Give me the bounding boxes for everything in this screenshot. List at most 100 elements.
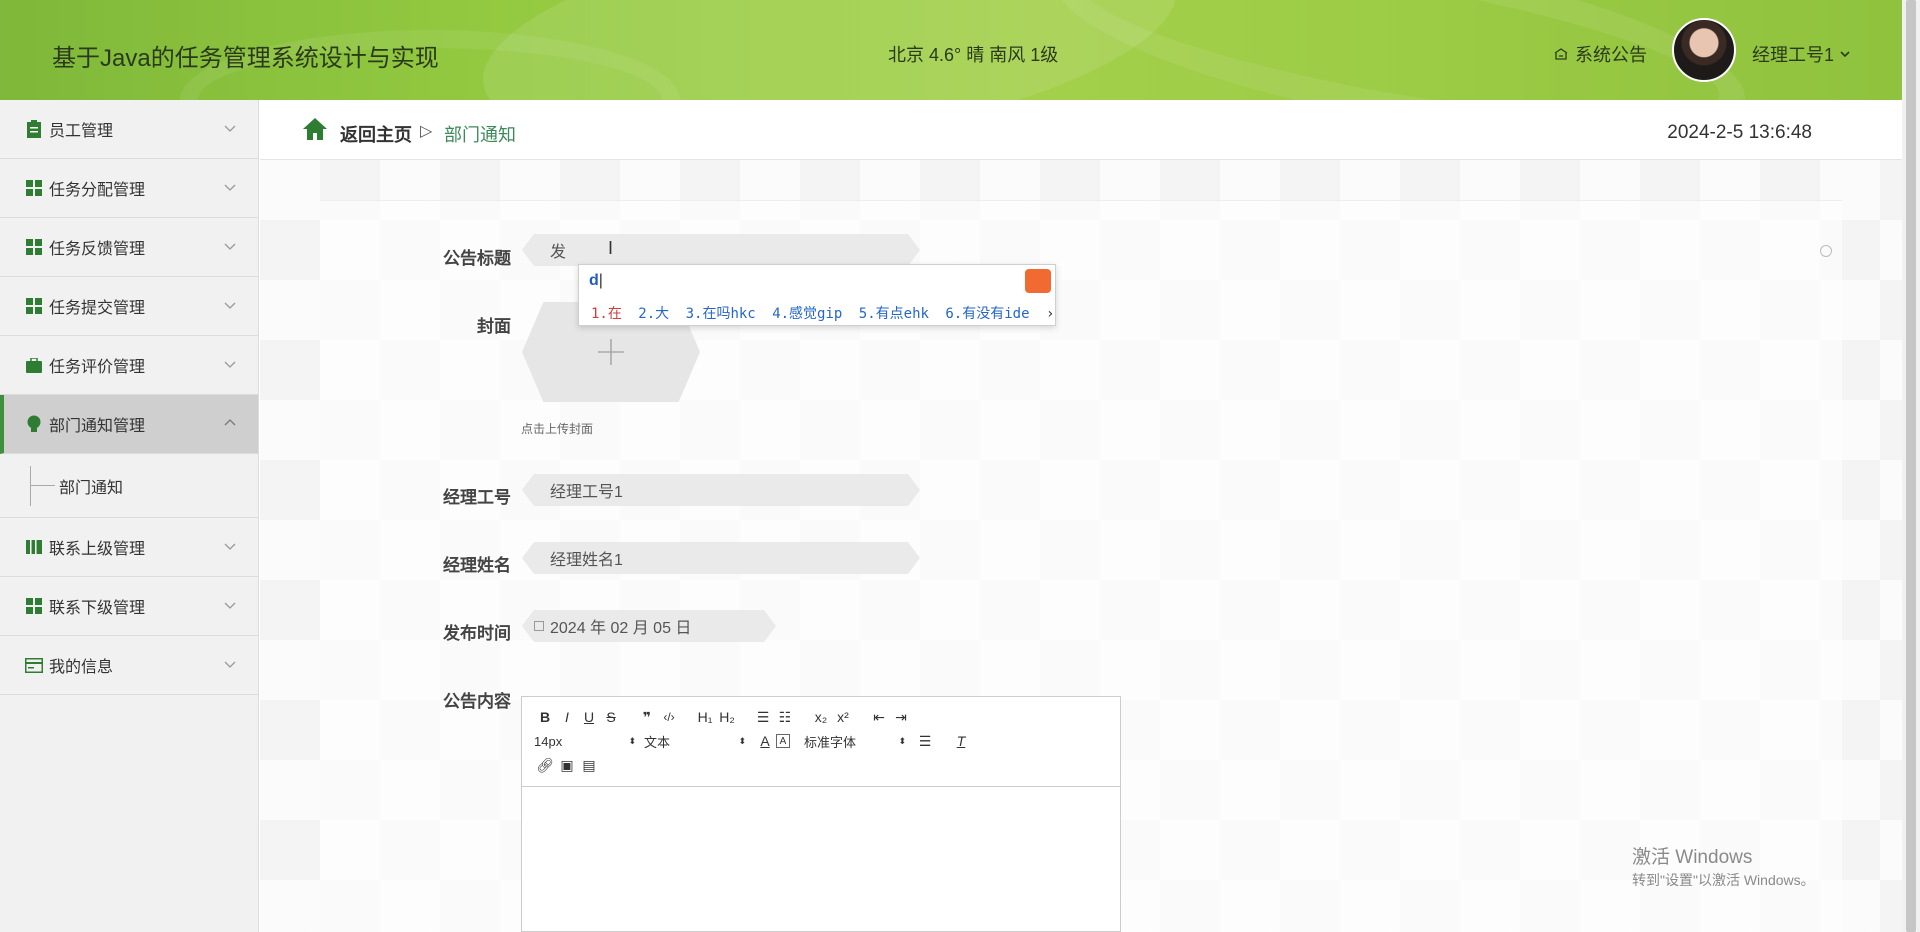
clear-format-icon[interactable]: T (950, 731, 972, 751)
sidebar-item-label: 部门通知管理 (49, 418, 146, 435)
breadcrumb: 返回主页 ▷ 部门通知 2024-2-5 13:6:48 (260, 100, 1902, 160)
system-notice-label: 系统公告 (1575, 45, 1647, 65)
ime-candidate-popup: d| 1.在 2.大 3.在吗hkc 4.感觉gip 5.有点ehk 6.有没有… (578, 264, 1056, 326)
current-datetime: 2024-2-5 13:6:48 (1667, 122, 1812, 143)
grid-icon (25, 597, 43, 615)
title-input-value: 发 (550, 244, 567, 261)
text-type-select[interactable]: 文本 ⬍ (644, 732, 754, 751)
strike-button[interactable]: S (600, 707, 622, 727)
manager-id-input[interactable]: 经理工号1 (522, 474, 920, 506)
ime-candidate[interactable]: 4.感觉gip (772, 306, 842, 322)
indent-icon[interactable]: ⇥ (890, 707, 912, 727)
clipboard-icon (25, 120, 43, 138)
ime-candidates: 1.在 2.大 3.在吗hkc 4.感觉gip 5.有点ehk 6.有没有ide… (591, 303, 1062, 323)
app-title: 基于Java的任务管理系统设计与实现 (52, 45, 439, 72)
sidebar-item-task-submit[interactable]: 任务提交管理 (0, 277, 258, 336)
sidebar-item-label: 员工管理 (49, 123, 114, 140)
cover-upload-hint: 点击上传封面 (521, 422, 594, 436)
bullet-list-icon[interactable]: ☷ (774, 707, 796, 727)
ime-candidate[interactable]: 2.大 (638, 306, 669, 322)
user-menu[interactable]: 经理工号1 (1752, 41, 1850, 67)
manager-name-input[interactable]: 经理姓名1 (522, 542, 920, 574)
cover-label: 封面 (477, 317, 511, 336)
chevron-down-icon (224, 125, 236, 132)
title-input[interactable]: 发 I (522, 234, 920, 266)
italic-button[interactable]: I (556, 707, 578, 727)
underline-button[interactable]: U (578, 707, 600, 727)
title-label: 公告标题 (443, 249, 511, 268)
video-icon[interactable]: ▤ (578, 755, 600, 775)
publish-time-value: 2024 年 02 月 05 日 (550, 620, 692, 637)
ime-candidate[interactable]: 5.有点ehk (859, 306, 929, 322)
sidebar-item-dept-notice[interactable]: 部门通知管理 (0, 395, 258, 454)
blockquote-button[interactable]: ❞ (636, 707, 658, 727)
editor-toolbar: B I U S ❞ ‹/› H₁ H₂ ☰ ☷ x₂ x² ⇤ ⇥ 14px ⬍ (522, 697, 1120, 787)
align-icon[interactable]: ☰ (914, 731, 936, 751)
sidebar-item-employee[interactable]: 员工管理 (0, 100, 258, 159)
sidebar-item-label: 联系下级管理 (49, 600, 146, 617)
close-icon[interactable] (1820, 245, 1832, 257)
breadcrumb-current: 部门通知 (444, 125, 516, 145)
ime-candidate[interactable]: 3.在吗hkc (686, 306, 756, 322)
sidebar-item-task-feedback[interactable]: 任务反馈管理 (0, 218, 258, 277)
bold-button[interactable]: B (534, 707, 556, 727)
select-arrows-icon: ⬍ (628, 735, 636, 746)
manager-id-value: 经理工号1 (550, 484, 623, 501)
sidebar-item-contact-superior[interactable]: 联系上级管理 (0, 518, 258, 577)
calendar-icon (534, 621, 544, 631)
weather-info: 北京 4.6° 晴 南风 1级 (888, 45, 1059, 65)
publish-time-input[interactable]: 2024 年 02 月 05 日 (522, 610, 776, 642)
sidebar-item-label: 任务评价管理 (49, 359, 146, 376)
font-color-icon[interactable]: A (754, 731, 776, 751)
text-type-value: 文本 (644, 734, 671, 750)
subscript-button[interactable]: x₂ (810, 707, 832, 727)
rich-text-editor[interactable]: B I U S ❞ ‹/› H₁ H₂ ☰ ☷ x₂ x² ⇤ ⇥ 14px ⬍ (521, 696, 1121, 932)
manager-id-label: 经理工号 (443, 488, 511, 507)
outdent-icon[interactable]: ⇤ (868, 707, 890, 727)
sidebar-item-label: 我的信息 (49, 659, 114, 676)
select-arrows-icon: ⬍ (738, 735, 746, 746)
system-notice-link[interactable]: 系统公告 (1553, 41, 1647, 67)
font-size-select[interactable]: 14px ⬍ (534, 734, 644, 749)
grid-icon (25, 179, 43, 197)
scrollbar-thumb[interactable] (1906, 0, 1916, 932)
h1-button[interactable]: H₁ (694, 707, 716, 727)
image-icon[interactable]: ▣ (556, 755, 578, 775)
sidebar-item-task-assign[interactable]: 任务分配管理 (0, 159, 258, 218)
link-icon[interactable]: 🔗︎ (534, 755, 556, 775)
superscript-button[interactable]: x² (832, 707, 854, 727)
tree-line (31, 485, 55, 486)
font-size-value: 14px (534, 733, 563, 749)
chevron-right-icon[interactable]: › (1046, 306, 1054, 322)
chevron-up-icon (224, 419, 236, 426)
lightbulb-icon (25, 415, 43, 433)
grid-icon (25, 238, 43, 256)
sidebar-item-label: 任务反馈管理 (49, 241, 146, 258)
home-icon[interactable] (302, 117, 328, 141)
background-color-icon[interactable]: A (776, 734, 790, 748)
user-name: 经理工号1 (1752, 45, 1835, 65)
ordered-list-icon[interactable]: ☰ (752, 707, 774, 727)
sidebar-item-task-evaluate[interactable]: 任务评价管理 (0, 336, 258, 395)
code-button[interactable]: ‹/› (658, 707, 680, 727)
briefcase-icon (25, 356, 43, 374)
ime-candidate[interactable]: 6.有没有ide (945, 306, 1029, 322)
notice-icon (1554, 48, 1568, 60)
id-card-icon (25, 656, 43, 674)
sidebar-item-my-info[interactable]: 我的信息 (0, 636, 258, 695)
content-label: 公告内容 (443, 692, 511, 711)
ime-candidate[interactable]: 1.在 (591, 306, 622, 322)
font-family-value: 标准字体 (804, 734, 857, 750)
chevron-down-icon (1840, 51, 1850, 58)
font-family-select[interactable]: 标准字体 ⬍ (804, 732, 914, 751)
header: 基于Java的任务管理系统设计与实现 北京 4.6° 晴 南风 1级 系统公告 … (0, 0, 1902, 100)
h2-button[interactable]: H₂ (716, 707, 738, 727)
breadcrumb-home-link[interactable]: 返回主页 (340, 121, 412, 147)
sidebar-item-contact-subordinate[interactable]: 联系下级管理 (0, 577, 258, 636)
publish-time-label: 发布时间 (443, 624, 511, 643)
sidebar-subitem-dept-notice[interactable]: 部门通知 (0, 454, 258, 518)
sidebar-subitem-label: 部门通知 (59, 479, 124, 497)
ime-logo-icon[interactable] (1025, 269, 1051, 293)
page-scrollbar[interactable] (1902, 0, 1920, 932)
avatar[interactable] (1672, 18, 1736, 82)
